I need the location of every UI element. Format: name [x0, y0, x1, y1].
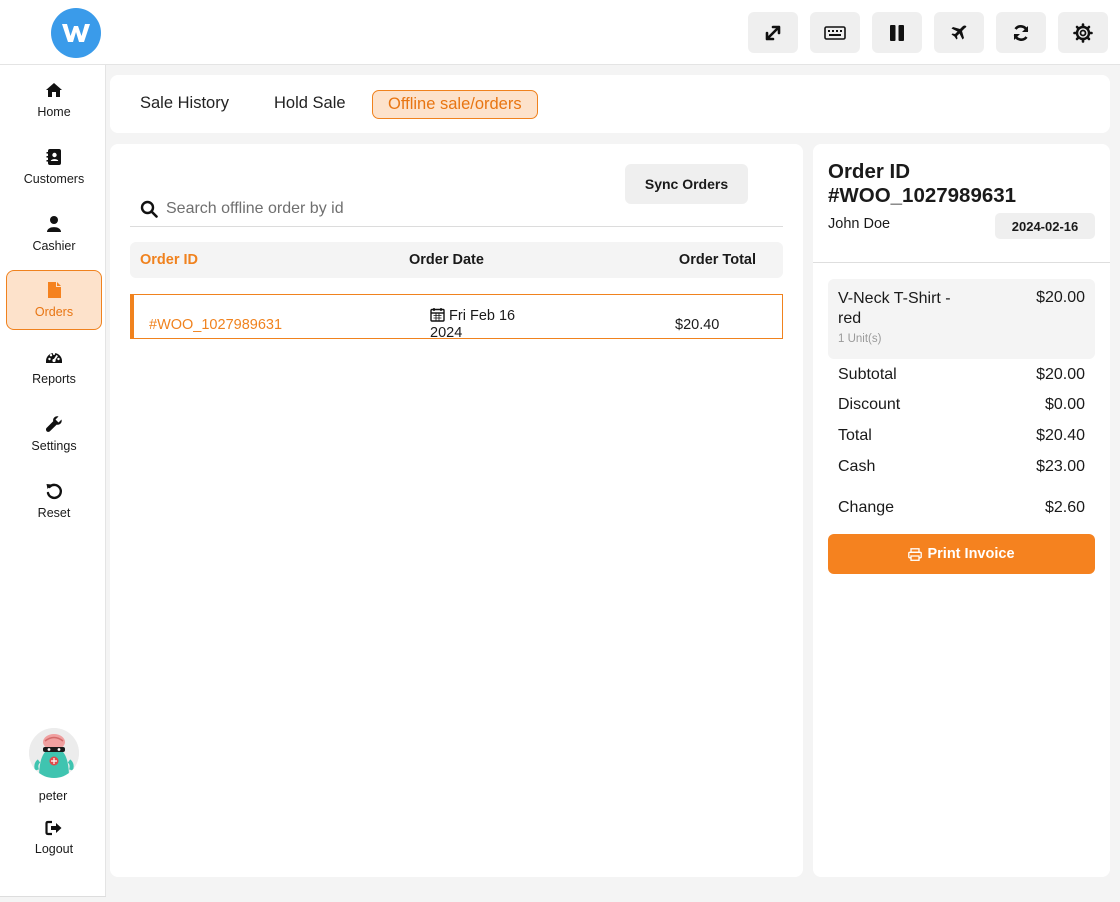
order-detail-id: #WOO_1027989631	[828, 184, 1017, 207]
summary-label: Change	[838, 499, 895, 516]
sidebar-item-orders[interactable]: Orders	[6, 270, 102, 330]
sidebar-item-settings[interactable]: Settings	[6, 405, 102, 465]
search-input[interactable]	[166, 200, 606, 218]
offline-mode-button[interactable]	[934, 12, 984, 53]
avatar[interactable]	[29, 728, 79, 778]
order-detail-title: Order ID #WOO_1027989631	[828, 160, 1058, 208]
column-header-order-total[interactable]: Order Total	[679, 252, 756, 268]
expand-icon	[765, 25, 781, 40]
order-detail-title-label: Order ID	[828, 160, 911, 183]
sidebar-item-customers[interactable]: Customers	[6, 138, 102, 198]
wrench-icon	[45, 416, 62, 432]
order-date-badge: 2024-02-16	[995, 213, 1095, 239]
tab-hold-sale[interactable]: Hold Sale	[259, 90, 361, 119]
search-icon	[140, 200, 158, 218]
summary-change: Change $2.60	[838, 499, 1085, 517]
sidebar-item-label: Reports	[32, 372, 76, 386]
settings-button[interactable]	[1058, 12, 1108, 53]
print-icon	[908, 547, 923, 561]
top-bar	[0, 0, 1120, 65]
print-invoice-label: Print Invoice	[927, 546, 1015, 562]
line-item-units: 1 Unit(s)	[838, 333, 882, 345]
tabs-bar: Sale History Hold Sale Offline sale/orde…	[110, 75, 1110, 133]
home-icon	[46, 83, 62, 97]
address-book-icon	[46, 149, 61, 165]
keyboard-button[interactable]	[810, 12, 860, 53]
summary-value: $2.60	[1044, 499, 1085, 516]
orders-list-panel: Sync Orders Order ID Order Date Order To…	[110, 144, 803, 877]
sidebar-item-cashier[interactable]: Cashier	[6, 205, 102, 265]
divider	[0, 896, 106, 897]
sidebar-item-home[interactable]: Home	[6, 71, 102, 131]
summary-total: Total $20.40	[838, 427, 1085, 445]
logout-button[interactable]: Logout	[6, 820, 102, 864]
summary-value: $23.00	[1036, 458, 1085, 475]
fullscreen-button[interactable]	[748, 12, 798, 53]
user-icon	[47, 216, 61, 232]
sync-button[interactable]	[996, 12, 1046, 53]
order-total-cell: $20.40	[675, 317, 720, 333]
column-header-order-date[interactable]: Order Date	[409, 252, 484, 268]
print-invoice-button[interactable]: Print Invoice	[828, 534, 1095, 574]
logout-label: Logout	[34, 842, 74, 856]
summary-label: Cash	[838, 458, 876, 475]
logo-icon	[62, 24, 90, 42]
order-date-cell: Fri Feb 16 2024	[430, 307, 515, 342]
summary-cash: Cash $23.00	[838, 458, 1085, 476]
undo-icon	[46, 483, 62, 500]
sidebar-item-label: Cashier	[32, 239, 76, 253]
file-icon	[48, 282, 61, 298]
pause-button[interactable]	[872, 12, 922, 53]
divider	[813, 262, 1110, 263]
summary-value: $0.00	[1044, 396, 1085, 413]
sidebar-item-label: Reset	[37, 506, 71, 520]
order-id-cell: #WOO_1027989631	[149, 317, 283, 333]
line-item-price: $20.00	[1036, 289, 1085, 306]
user-name: peter	[38, 789, 68, 803]
order-detail-panel: Order ID #WOO_1027989631 John Doe 2024-0…	[813, 144, 1110, 877]
summary-label: Total	[838, 427, 872, 444]
search-bar	[130, 192, 783, 227]
sidebar-item-reset[interactable]: Reset	[6, 472, 102, 532]
summary-subtotal: Subtotal $20.00	[838, 366, 1085, 384]
sidebar-item-reports[interactable]: Reports	[6, 338, 102, 398]
sign-out-icon	[45, 820, 62, 836]
pause-icon	[890, 24, 904, 41]
summary-discount: Discount $0.00	[838, 396, 1085, 414]
summary-value: $20.00	[1036, 366, 1085, 383]
calendar-icon	[430, 308, 445, 322]
sync-icon	[1013, 24, 1029, 41]
sidebar-item-label: Settings	[31, 439, 77, 453]
column-header-order-id[interactable]: Order ID	[140, 252, 198, 268]
order-date-line2: 2024	[430, 325, 463, 341]
sidebar-item-label: Home	[37, 105, 71, 119]
table-header: Order ID Order Date Order Total	[130, 242, 783, 278]
dashboard-icon	[46, 352, 62, 363]
line-item-name: V-Neck T-Shirt - red	[838, 290, 951, 327]
table-row[interactable]: #WOO_1027989631 Fri Feb 16 2024 $20.40	[130, 294, 783, 342]
sidebar-item-label: Orders	[34, 305, 74, 319]
airplane-icon	[951, 24, 967, 39]
keyboard-icon	[824, 25, 846, 40]
summary-label: Discount	[838, 396, 901, 413]
customer-name: John Doe	[828, 216, 891, 232]
tab-offline-orders[interactable]: Offline sale/orders	[372, 90, 538, 119]
sidebar-item-label: Customers	[23, 172, 85, 186]
summary-label: Subtotal	[838, 366, 897, 383]
order-date-line1: Fri Feb 16	[449, 308, 516, 324]
tab-sale-history[interactable]: Sale History	[125, 90, 244, 119]
gear-icon	[1073, 22, 1093, 43]
line-item: V-Neck T-Shirt - red $20.00 1 Unit(s)	[828, 279, 1095, 359]
avatar-illustration	[29, 728, 79, 778]
summary-value: $20.40	[1036, 427, 1085, 444]
app-logo[interactable]	[51, 8, 101, 58]
